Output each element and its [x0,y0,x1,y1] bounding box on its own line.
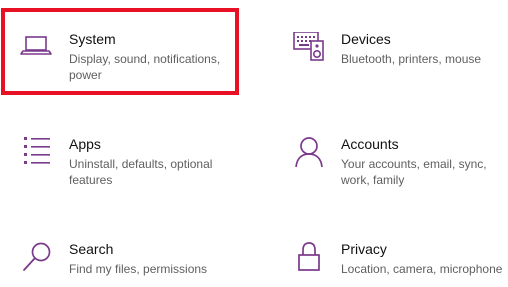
tile-title: Accounts [341,136,399,152]
magnifier-icon [20,242,54,276]
tile-description-continued: features [69,173,113,187]
tile-description-continued: work, family [341,173,405,187]
settings-tile-accounts[interactable]: Accounts Your accounts, email, sync, wor… [292,136,487,188]
tile-description: Display, sound, notifications, [69,52,221,66]
tile-title: System [69,31,116,47]
tile-description: Uninstall, defaults, optional [69,157,213,171]
tile-description: Your accounts, email, sync, [341,157,487,171]
person-icon [292,137,326,171]
keyboard-speaker-icon [292,32,326,66]
tile-description: Location, camera, microphone [341,262,503,276]
lock-icon [292,242,326,276]
tile-title: Apps [69,136,101,152]
tile-title: Search [69,241,114,257]
settings-tile-apps[interactable]: Apps Uninstall, defaults, optional featu… [20,136,213,188]
tile-description: Find my files, permissions [69,262,208,276]
settings-tile-privacy[interactable]: Privacy Location, camera, microphone [292,241,503,277]
apps-list-icon [20,137,54,171]
tile-title: Devices [341,31,391,47]
tile-description-continued: power [69,68,102,82]
tile-description: Bluetooth, printers, mouse [341,52,482,66]
settings-tile-devices[interactable]: Devices Bluetooth, printers, mouse [292,31,482,67]
settings-tile-system[interactable]: System Display, sound, notifications, po… [20,31,221,83]
laptop-icon [20,32,54,66]
tile-title: Privacy [341,241,387,257]
settings-tile-search[interactable]: Search Find my files, permissions [20,241,208,277]
